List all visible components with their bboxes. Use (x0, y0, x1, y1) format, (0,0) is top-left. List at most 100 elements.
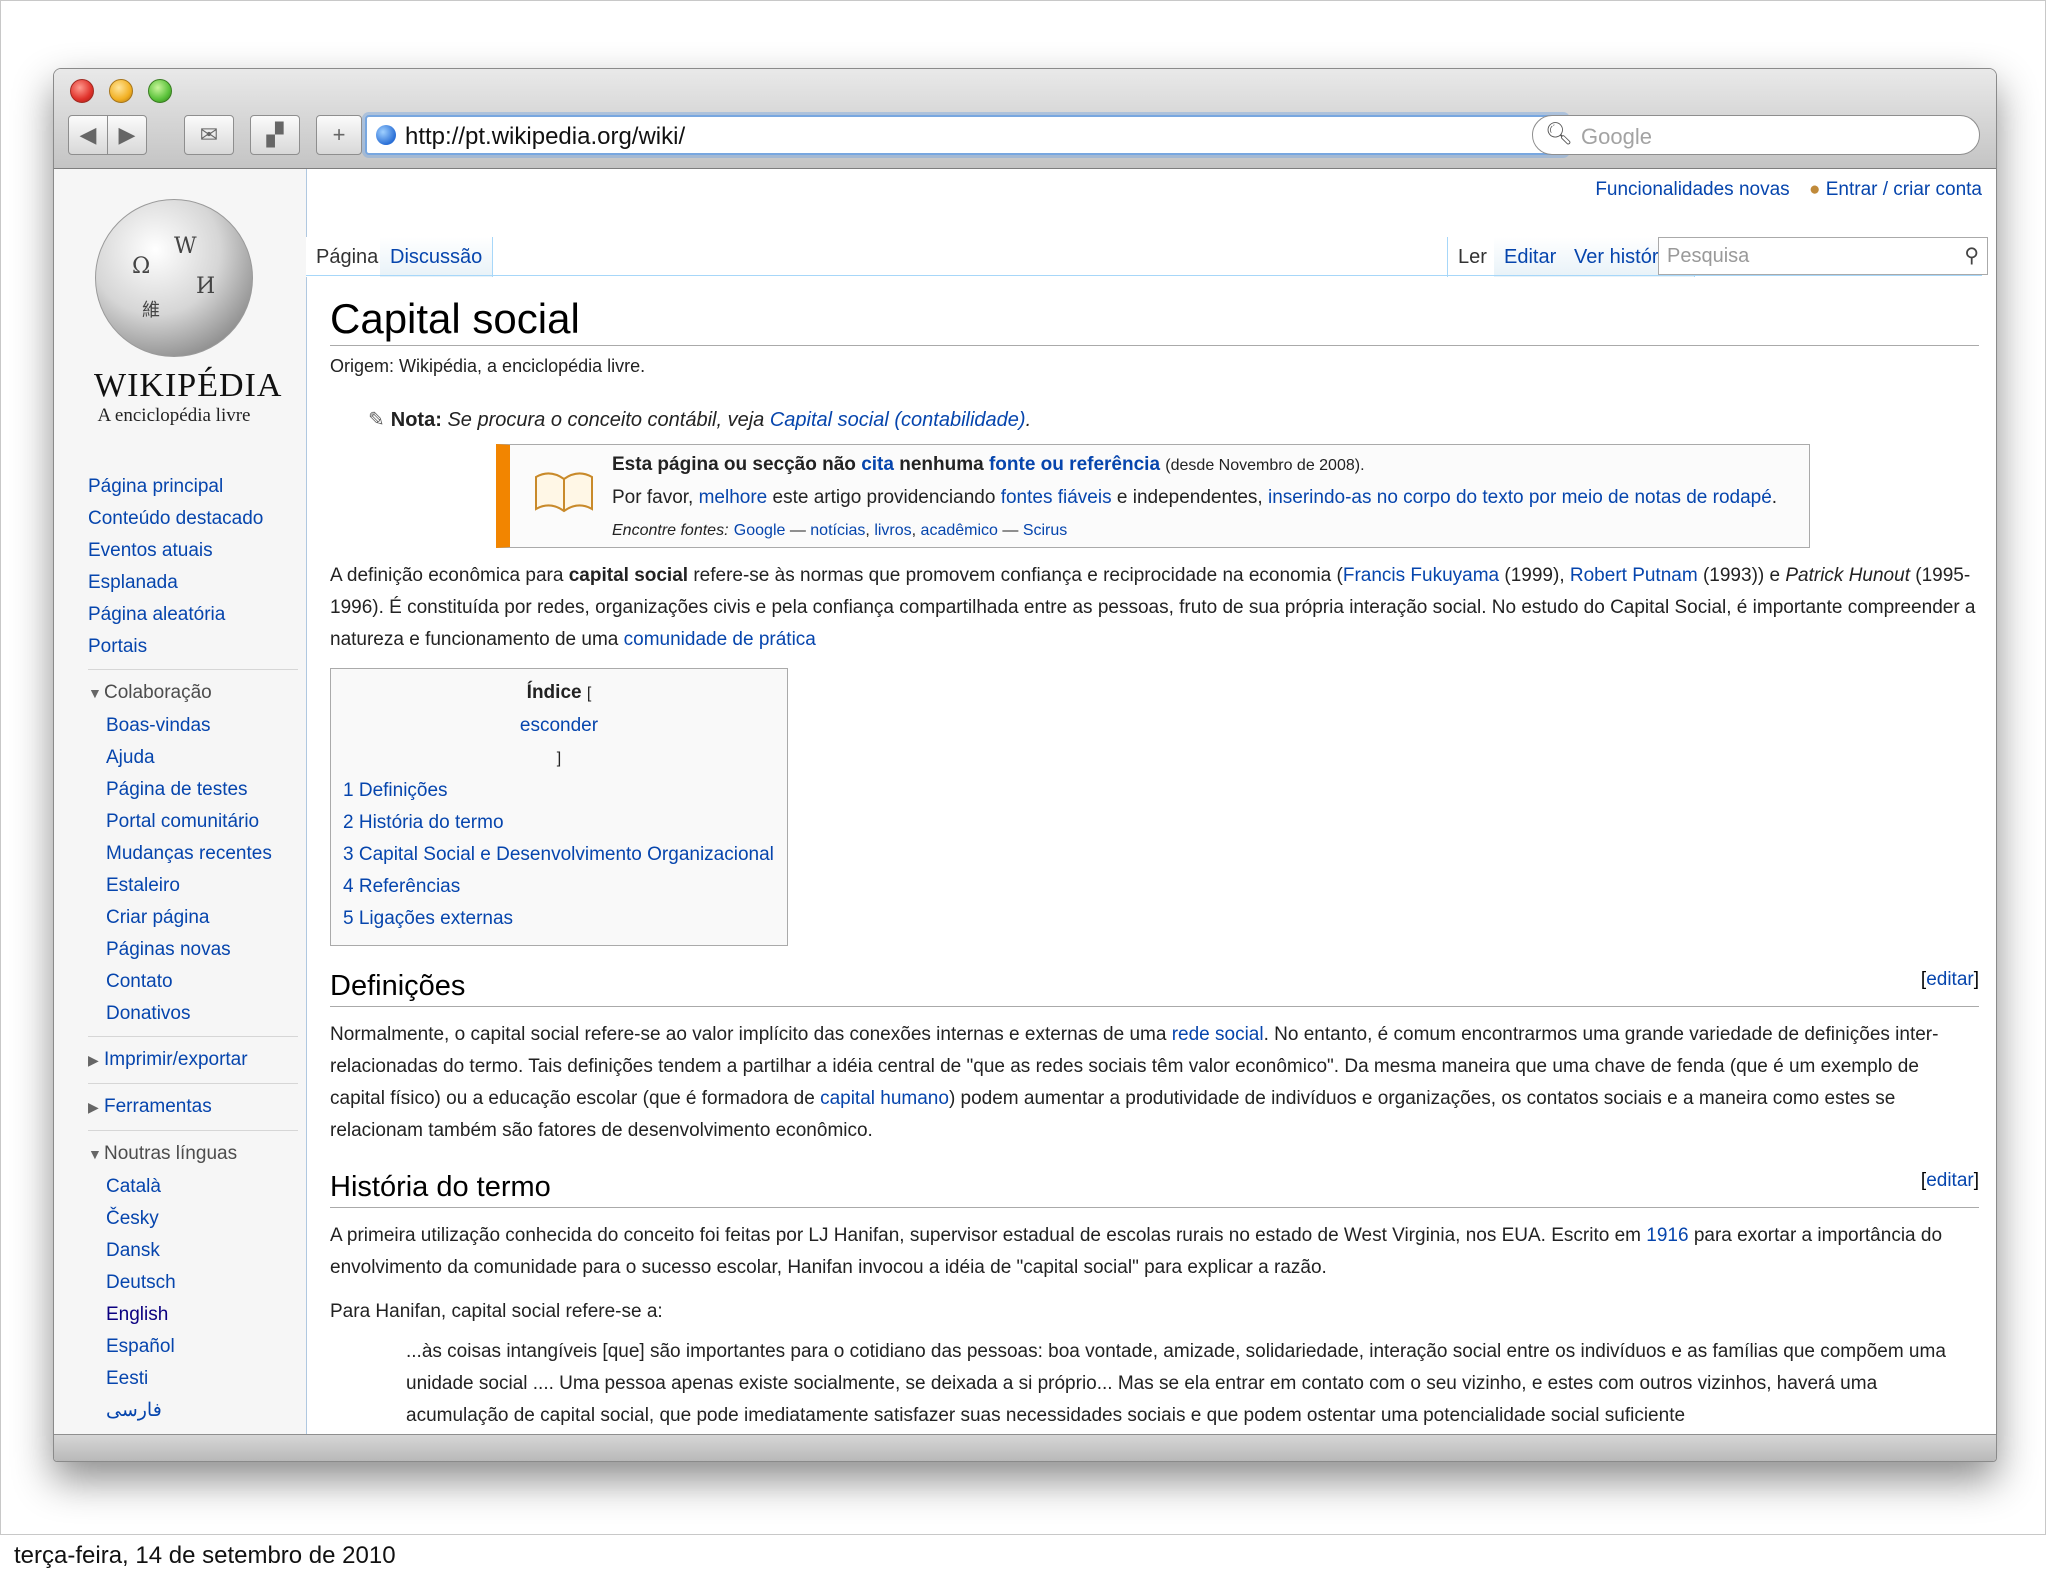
toc-hide-link[interactable]: esconder (343, 710, 775, 742)
browser-search-field[interactable]: 🔍︎ Google (1532, 115, 1980, 155)
nav-main-page[interactable]: Página principal (88, 471, 298, 503)
personal-tools: Funcionalidades novas ● Entrar / criar c… (1595, 179, 1982, 201)
hanifan-intro: Para Hanifan, capital social refere-se a… (330, 1301, 663, 1322)
new-features-link[interactable]: Funcionalidades novas (1595, 179, 1789, 200)
nav-new-pages[interactable]: Páginas novas (88, 934, 298, 966)
link-fukuyama[interactable]: Francis Fukuyama (1343, 565, 1499, 586)
find-sources-scirus[interactable]: Scirus (1023, 522, 1067, 539)
sidebar: Ω W И 維 WIKIPÉDIA A enciclopédia livre P… (54, 169, 307, 1435)
toc-item[interactable]: 3 Capital Social e Desenvolvimento Organ… (343, 839, 775, 871)
toc-item[interactable]: 1 Definições (343, 775, 775, 807)
top-sites-button[interactable]: ▞ (250, 115, 300, 155)
puzzle-globe-icon: Ω W И 維 (95, 199, 253, 357)
section-heading-definicoes: Definições [editar] (330, 966, 1979, 1007)
footnotes-link[interactable]: inserindo-as no corpo do texto por meio … (1268, 487, 1772, 508)
grid-icon: ▞ (266, 122, 284, 147)
nav-shipyard[interactable]: Estaleiro (88, 870, 298, 902)
colab-section-toggle[interactable]: ▼ Colaboração (88, 676, 298, 710)
nav-portals[interactable]: Portais (88, 631, 298, 663)
add-bookmark-button[interactable]: + (316, 115, 362, 155)
nav-help[interactable]: Ajuda (88, 742, 298, 774)
back-arrow-icon: ◀ (79, 122, 97, 147)
link-community-of-practice[interactable]: comunidade de prática (624, 629, 816, 650)
lang-fa[interactable]: فارسی (88, 1395, 298, 1427)
hatnote-link[interactable]: Capital social (contabilidade) (770, 409, 1026, 431)
source-link[interactable]: fonte ou referência (989, 454, 1160, 475)
envelope-icon: ✉ (199, 122, 219, 147)
link-1916[interactable]: 1916 (1646, 1225, 1688, 1246)
login-link[interactable]: Entrar / criar conta (1826, 179, 1982, 200)
nav-welcome[interactable]: Boas-vindas (88, 710, 298, 742)
link-social-network[interactable]: rede social (1172, 1024, 1264, 1045)
wiki-search-placeholder: Pesquisa (1667, 245, 1750, 267)
print-section-toggle[interactable]: ▶ Imprimir/exportar (88, 1043, 298, 1077)
back-button[interactable]: ◀ (68, 115, 108, 155)
nav-village-pump[interactable]: Esplanada (88, 567, 298, 599)
divider (88, 1083, 298, 1084)
find-sources-google[interactable]: Google (734, 522, 786, 539)
toc-item[interactable]: 5 Ligações externas (343, 903, 775, 935)
find-sources-books[interactable]: livros (874, 522, 911, 539)
forward-button[interactable]: ▶ (107, 115, 147, 155)
link-human-capital[interactable]: capital humano (820, 1088, 949, 1109)
magnifier-icon[interactable]: ⚲ (1964, 243, 1979, 268)
edit-section-link[interactable]: editar (1926, 969, 1974, 990)
nav-create-page[interactable]: Criar página (88, 902, 298, 934)
improve-link[interactable]: melhore (699, 487, 768, 508)
minimize-window-button[interactable] (109, 79, 133, 103)
lang-es[interactable]: Español (88, 1331, 298, 1363)
section-edit: [editar] (1920, 969, 1979, 990)
plus-icon: + (332, 122, 346, 147)
tab-read[interactable]: Ler (1447, 237, 1498, 277)
browser-search-placeholder: Google (1581, 124, 1652, 149)
triangle-right-icon: ▶ (88, 1099, 99, 1115)
divider (88, 1130, 298, 1131)
wikipedia-logo[interactable]: Ω W И 維 WIKIPÉDIA A enciclopédia livre (94, 199, 283, 427)
nav-recent-changes[interactable]: Mudanças recentes (88, 838, 298, 870)
mail-button[interactable]: ✉ (184, 115, 234, 155)
lang-ca[interactable]: Català (88, 1171, 298, 1203)
lang-de[interactable]: Deutsch (88, 1267, 298, 1299)
section-heading-historia: História do termo [editar] (330, 1167, 1979, 1208)
open-book-icon (535, 472, 593, 513)
article-content: Capital social Origem: Wikipédia, a enci… (330, 295, 1979, 1432)
nav-community-portal[interactable]: Portal comunitário (88, 806, 298, 838)
close-window-button[interactable] (70, 79, 94, 103)
wordmark: WIKIPÉDIA (94, 367, 283, 404)
edit-section-link[interactable]: editar (1926, 1170, 1974, 1191)
tab-edit[interactable]: Editar (1494, 237, 1568, 277)
toc-item[interactable]: 4 Referências (343, 871, 775, 903)
nav-contact[interactable]: Contato (88, 966, 298, 998)
nav-current-events[interactable]: Eventos atuais (88, 535, 298, 567)
address-url: http://pt.wikipedia.org/wiki/ (405, 123, 686, 150)
nav-sandbox[interactable]: Página de testes (88, 774, 298, 806)
hatnote: ✎ Nota: Se procura o conceito contábil, v… (368, 409, 1032, 431)
tab-talk[interactable]: Discussão (380, 237, 494, 277)
table-of-contents: Índice [esconder] 1 Definições 2 Históri… (330, 668, 788, 946)
address-bar[interactable]: http://pt.wikipedia.org/wiki/ ↻ (365, 115, 1567, 155)
nav-featured[interactable]: Conteúdo destacado (88, 503, 298, 535)
nav-random[interactable]: Página aleatória (88, 599, 298, 631)
wiki-search-input[interactable]: Pesquisa ⚲ (1658, 237, 1988, 275)
lang-et[interactable]: Eesti (88, 1363, 298, 1395)
cite-link[interactable]: cita (861, 454, 894, 475)
slide-date-caption: terça-feira, 14 de setembro de 2010 (14, 1542, 396, 1569)
link-putnam[interactable]: Robert Putnam (1570, 565, 1698, 586)
find-sources-scholar[interactable]: acadêmico (921, 522, 998, 539)
find-sources-news[interactable]: notícias (810, 522, 865, 539)
tools-section-toggle[interactable]: ▶ Ferramentas (88, 1090, 298, 1124)
tab-page[interactable]: Página (306, 237, 390, 277)
site-globe-icon (376, 125, 396, 145)
languages-section-toggle[interactable]: ▼ Noutras línguas (88, 1137, 298, 1171)
section-edit: [editar] (1920, 1170, 1979, 1191)
reliable-sources-link[interactable]: fontes fiáveis (1001, 487, 1112, 508)
toc-item[interactable]: 2 História do termo (343, 807, 775, 839)
zoom-window-button[interactable] (148, 79, 172, 103)
lang-da[interactable]: Dansk (88, 1235, 298, 1267)
lang-en[interactable]: English (88, 1299, 298, 1331)
nav-donate[interactable]: Donativos (88, 998, 298, 1030)
site-subtitle: Origem: Wikipédia, a enciclopédia livre. (330, 356, 646, 376)
definitions-paragraph: Normalmente, o capital social refere-se … (330, 1024, 1939, 1141)
lang-cs[interactable]: Česky (88, 1203, 298, 1235)
browser-window: ◀ ▶ ✉ ▞ + http://pt.wikipedia.org/wiki/ … (53, 68, 1997, 1462)
